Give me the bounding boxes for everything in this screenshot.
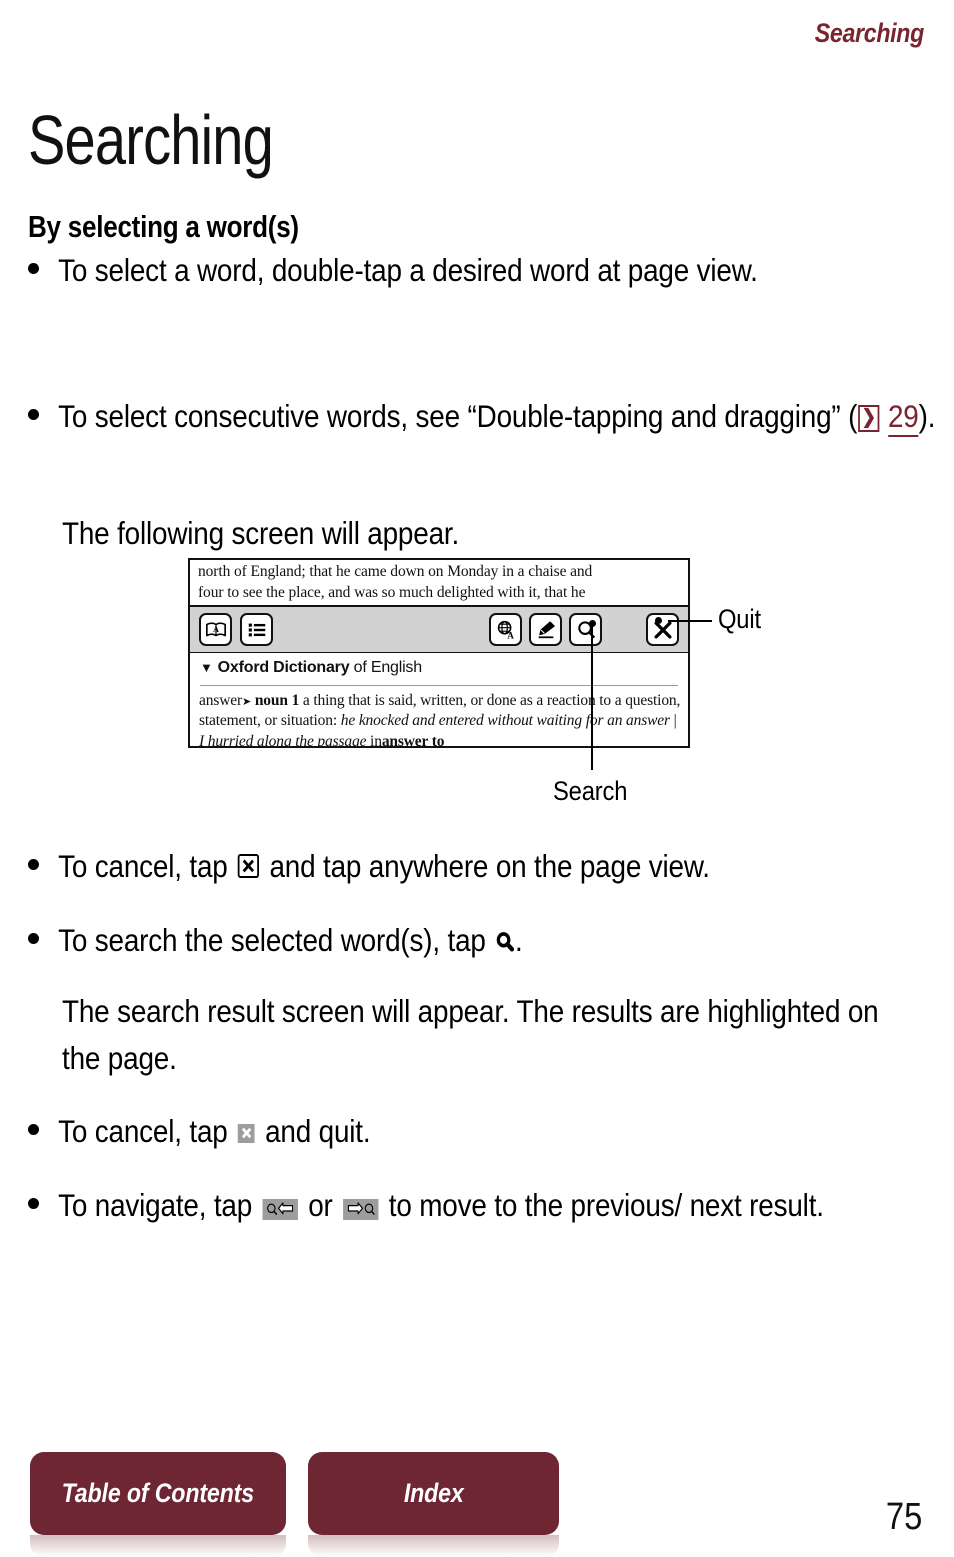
search-leader-dot (589, 620, 596, 627)
bullet-text-suffix: and tap anywhere on the page view. (269, 848, 710, 884)
highlighter-icon[interactable] (529, 613, 562, 646)
figure-toolbar: A A (190, 605, 688, 653)
device-screenshot-figure: north of England; that he came down on M… (188, 558, 690, 748)
bullet-item-navigate: To navigate, tap or to move to the previ… (28, 1182, 928, 1229)
cross-reference-page-link[interactable]: 29 (887, 398, 919, 437)
definition-text-b: in (370, 732, 382, 748)
bullet-text-prefix: To cancel, tap (58, 1113, 228, 1149)
disclosure-triangle-icon[interactable]: ▼ (200, 660, 213, 675)
figure-dictionary-header: ▼ Oxford Dictionary of English (200, 659, 422, 677)
definition-sense-number: 1 (291, 692, 300, 709)
note-search-result: The search result screen will appear. Th… (62, 988, 922, 1081)
definition-pos: noun (254, 692, 288, 709)
callout-search-label: Search (553, 776, 628, 806)
note-following-screen: The following screen will appear. (62, 510, 922, 557)
bullet-text-middle: or (308, 1187, 333, 1223)
inline-magnifier-icon (495, 931, 515, 953)
figure-page-text: north of England; that he came down on M… (198, 562, 682, 604)
index-button[interactable]: Index (308, 1452, 559, 1535)
quit-x-icon[interactable] (646, 613, 679, 646)
bullet-text-suffix: ). (918, 398, 936, 434)
definition-headword-arrow-icon: ➤ (242, 696, 252, 708)
definition-separator: | (673, 712, 677, 730)
list-icon[interactable] (240, 613, 273, 646)
svg-text:A: A (507, 630, 514, 640)
bullet-item-cancel-quit: To cancel, tap and quit. (28, 1108, 928, 1155)
next-result-icon (343, 1199, 379, 1221)
bullet-text-suffix: . (515, 922, 523, 958)
figure-divider (200, 685, 678, 686)
bullet-item-cancel-tap: To cancel, tap and tap anywhere on the p… (28, 843, 928, 890)
bullet-item-select-consecutive: To select consecutive words, see “Double… (28, 393, 935, 440)
table-of-contents-label: Table of Contents (61, 1478, 255, 1508)
bullet-item-search-selected: To search the selected word(s), tap . (28, 917, 928, 964)
table-of-contents-button[interactable]: Table of Contents (30, 1452, 286, 1535)
note-text: The following screen will appear. (62, 515, 460, 551)
inline-x-gray-icon (237, 1123, 255, 1143)
quit-leader-dot (655, 617, 662, 624)
search-leader-line (591, 624, 593, 770)
dictionary-name-rest: of English (353, 659, 422, 676)
bullet-text-prefix: To navigate, tap (58, 1187, 253, 1223)
definition-headword: answer (199, 692, 242, 709)
definition-example-2: I hurried along the passage (199, 732, 367, 748)
index-label: Index (403, 1478, 464, 1508)
bullet-text-suffix: and quit. (265, 1113, 371, 1149)
quit-leader-line (668, 620, 712, 622)
figure-definition-text: answer➤ noun 1 a thing that is said, wri… (199, 691, 681, 748)
bullet-text-prefix: To cancel, tap (58, 848, 228, 884)
dictionary-book-a-icon[interactable]: A (199, 613, 232, 646)
search-magnifier-icon[interactable] (569, 613, 602, 646)
definition-example-1: he knocked and entered without waiting f… (340, 712, 670, 730)
page-number: 75 (885, 1496, 922, 1538)
toc-button-reflection (30, 1535, 286, 1557)
toolbar-right-group: A (489, 613, 679, 646)
previous-result-icon (262, 1199, 298, 1221)
page-title: Searching (28, 100, 274, 179)
figure-page-text-line1: north of England; that he came down on M… (198, 563, 593, 580)
index-button-reflection (308, 1535, 559, 1557)
cross-reference-arrow-icon[interactable]: ❯ (858, 405, 880, 432)
toolbar-left-group: A (199, 613, 273, 646)
inline-x-icon (237, 853, 260, 878)
translate-globe-a-icon[interactable]: A (489, 613, 522, 646)
bullet-text: To select a word, double-tap a desired w… (58, 252, 758, 288)
callout-quit-label: Quit (718, 604, 761, 634)
definition-text-b-bold: answer to (381, 732, 445, 748)
figure-page-text-line2: four to see the place, and was so much d… (198, 583, 586, 601)
bullet-text-suffix: to move to the previous/ next result. (388, 1187, 824, 1223)
bullet-text-prefix: To search the selected word(s), tap (58, 922, 486, 958)
note-text: The search result screen will appear. Th… (62, 993, 879, 1076)
bullet-item-select-word: To select a word, double-tap a desired w… (28, 247, 913, 294)
dictionary-name-bold: Oxford Dictionary (217, 659, 350, 676)
running-header: Searching (814, 18, 925, 48)
bullet-text-prefix: To select consecutive words, see “Double… (58, 398, 858, 434)
svg-text:A: A (213, 625, 219, 634)
section-heading: By selecting a word(s) (28, 208, 299, 244)
